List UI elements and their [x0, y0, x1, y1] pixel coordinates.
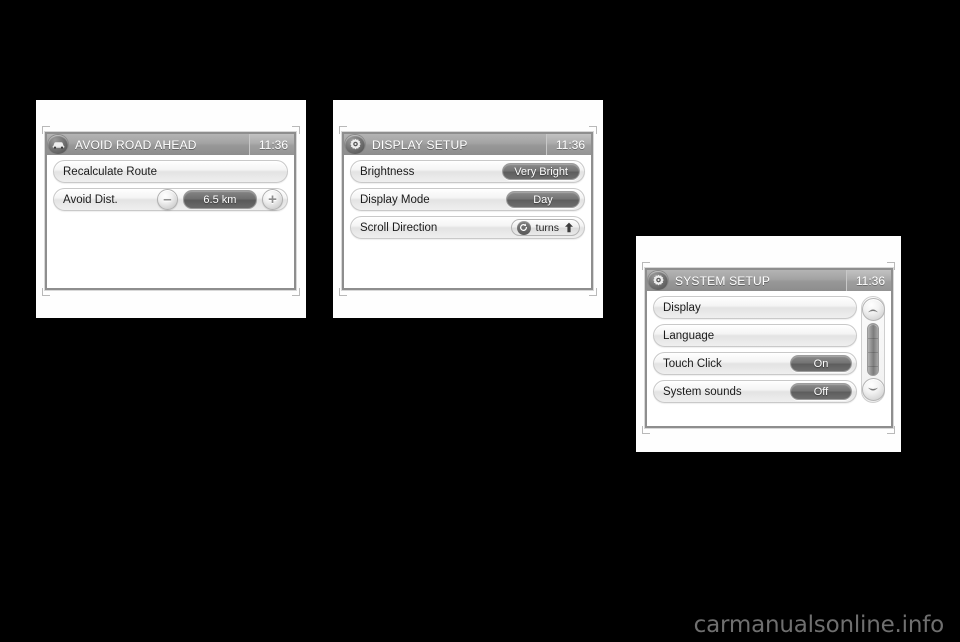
registration-tick: [894, 426, 895, 434]
panel-title: DISPLAY SETUP: [372, 137, 468, 152]
avoid-distance-value: 6.5 km: [182, 190, 257, 209]
figure-card-system-setup: SYSTEM SETUP 11:36 Display Language Touc…: [636, 236, 901, 452]
system-sounds-value-pill[interactable]: Off: [790, 383, 852, 400]
row-label: System sounds: [663, 385, 742, 398]
screen-body: Recalculate Route Avoid Dist. – 6.5 km +: [47, 155, 294, 288]
menu-row-display[interactable]: Display: [653, 296, 857, 319]
menu-row-language[interactable]: Language: [653, 324, 857, 347]
menu-row-recalculate-route[interactable]: Recalculate Route: [53, 160, 288, 183]
menu-row-brightness[interactable]: Brightness Very Bright: [350, 160, 585, 183]
row-label: Avoid Dist.: [63, 193, 118, 206]
registration-tick: [42, 295, 50, 296]
row-label: Brightness: [360, 165, 415, 178]
figure-card-avoid-road-ahead: AVOID ROAD AHEAD 11:36 Recalculate Route…: [36, 100, 306, 318]
chevron-up-icon[interactable]: [861, 298, 885, 321]
clock-time: 11:36: [248, 134, 294, 155]
registration-tick: [299, 126, 300, 134]
gear-icon: [648, 271, 668, 290]
infotainment-screen-avoid-road-ahead: AVOID ROAD AHEAD 11:36 Recalculate Route…: [45, 132, 296, 290]
minus-icon: –: [163, 191, 172, 208]
menu-row-touch-click[interactable]: Touch Click On: [653, 352, 857, 375]
menu-row-avoid-distance[interactable]: Avoid Dist. – 6.5 km +: [53, 188, 288, 211]
menu-list: Brightness Very Bright Display Mode Day …: [350, 160, 585, 239]
registration-tick: [642, 262, 643, 270]
screen-body: Display Language Touch Click On System s…: [647, 291, 891, 426]
menu-list: Recalculate Route Avoid Dist. – 6.5 km +: [53, 160, 288, 211]
screen-body: Brightness Very Bright Display Mode Day …: [344, 155, 591, 288]
registration-tick: [42, 288, 43, 296]
infotainment-screen-display-setup: DISPLAY SETUP 11:36 Brightness Very Brig…: [342, 132, 593, 290]
chevron-down-icon[interactable]: [861, 378, 885, 401]
titlebar: DISPLAY SETUP 11:36: [344, 134, 591, 155]
registration-tick: [596, 288, 597, 296]
registration-tick: [339, 288, 340, 296]
titlebar: SYSTEM SETUP 11:36: [647, 270, 891, 291]
gear-icon: [345, 135, 365, 154]
clock-time: 11:36: [845, 270, 891, 291]
scroll-direction-value: turns: [535, 221, 559, 234]
scroll-direction-control[interactable]: turns: [510, 219, 580, 236]
menu-row-display-mode[interactable]: Display Mode Day: [350, 188, 585, 211]
site-watermark: carmanualsonline.info: [693, 612, 945, 638]
registration-tick: [339, 295, 347, 296]
decrease-distance-button[interactable]: –: [156, 189, 178, 210]
scrollable-menu-area: Display Language Touch Click On System s…: [653, 296, 885, 403]
registration-tick: [42, 126, 43, 134]
registration-tick: [42, 126, 50, 127]
panel-title: SYSTEM SETUP: [675, 273, 771, 288]
menu-row-scroll-direction[interactable]: Scroll Direction turns: [350, 216, 585, 239]
scrollbar-track[interactable]: [867, 323, 879, 376]
menu-row-system-sounds[interactable]: System sounds Off: [653, 380, 857, 403]
arrow-up-icon[interactable]: [564, 222, 574, 233]
touch-click-value-pill[interactable]: On: [790, 355, 852, 372]
registration-tick: [642, 426, 643, 434]
row-label: Language: [663, 329, 715, 342]
figure-card-display-setup: DISPLAY SETUP 11:36 Brightness Very Brig…: [333, 100, 603, 318]
registration-tick: [339, 126, 347, 127]
vehicle-icon: [48, 135, 68, 154]
titlebar: AVOID ROAD AHEAD 11:36: [47, 134, 294, 155]
clock-time: 11:36: [545, 134, 591, 155]
registration-tick: [596, 126, 597, 134]
row-label: Display Mode: [360, 193, 430, 206]
row-label: Display: [663, 301, 701, 314]
registration-tick: [642, 433, 650, 434]
registration-tick: [894, 262, 895, 270]
registration-tick: [299, 288, 300, 296]
row-label: Touch Click: [663, 357, 722, 370]
scrollbar[interactable]: [861, 296, 885, 403]
row-label: Recalculate Route: [63, 165, 157, 178]
rotate-ccw-icon[interactable]: [516, 220, 531, 235]
registration-tick: [339, 126, 340, 134]
brightness-value-pill[interactable]: Very Bright: [502, 163, 580, 180]
plus-icon: +: [268, 191, 277, 208]
panel-title: AVOID ROAD AHEAD: [75, 137, 197, 152]
registration-tick: [642, 262, 650, 263]
menu-list: Display Language Touch Click On System s…: [653, 296, 857, 403]
increase-distance-button[interactable]: +: [262, 189, 283, 210]
infotainment-screen-system-setup: SYSTEM SETUP 11:36 Display Language Touc…: [645, 268, 893, 428]
display-mode-value-pill[interactable]: Day: [506, 191, 580, 208]
row-label: Scroll Direction: [360, 221, 438, 234]
scroll-thumb[interactable]: [867, 323, 879, 376]
